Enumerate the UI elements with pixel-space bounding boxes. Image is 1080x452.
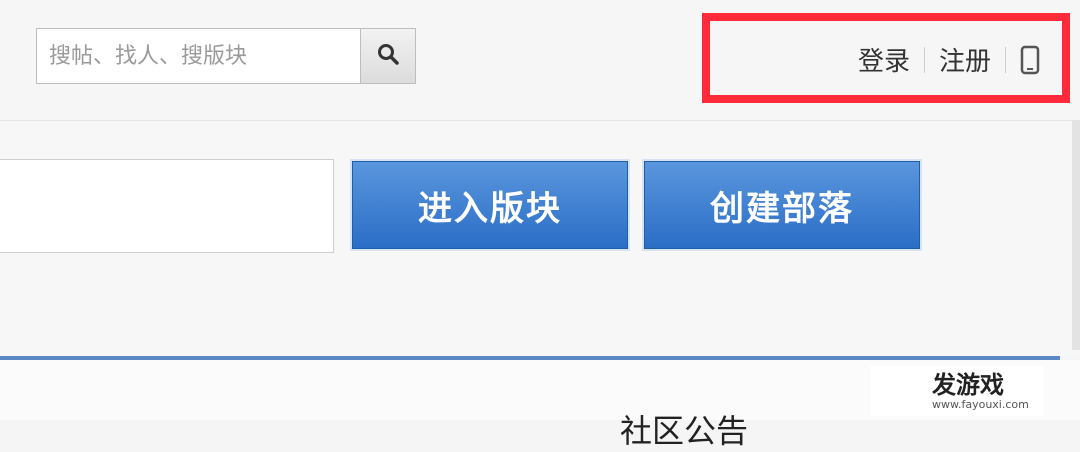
create-tribe-label: 创建部落 [710,188,854,229]
search-box [36,28,416,84]
enter-forum-label: 进入版块 [418,188,562,229]
search-icon [377,43,399,69]
community-notice-title: 社区公告 [620,412,749,450]
mobile-phone-icon[interactable] [1020,45,1040,75]
search-button[interactable] [360,28,416,84]
search-input[interactable] [36,28,360,84]
forum-name-input[interactable] [0,159,334,253]
user-links-row: 登录 注册 [858,41,1040,78]
user-links-highlight: 登录 注册 [702,13,1070,103]
register-link[interactable]: 注册 [939,41,991,78]
watermark-brand: 发游戏 [932,370,1004,399]
watermark-url: www.fayouxi.com [932,397,1029,411]
watermark-logo: 发游戏 www.fayouxi.com [932,373,1029,410]
top-bar: 登录 注册 [0,0,1080,121]
scrollbar[interactable] [1072,120,1080,350]
forum-actions-area: 进入版块 创建部落 [0,121,1080,356]
watermark: 发游戏 www.fayouxi.com [870,366,1044,416]
enter-forum-button[interactable]: 进入版块 [352,161,628,249]
login-link[interactable]: 登录 [858,41,910,78]
create-tribe-button[interactable]: 创建部落 [644,161,920,249]
separator [1005,46,1006,73]
separator [923,46,925,73]
